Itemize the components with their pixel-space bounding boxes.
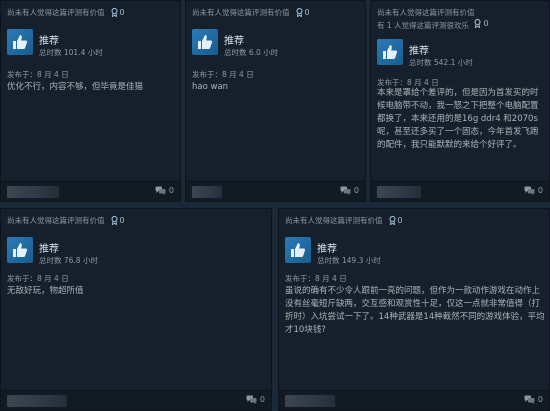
recommend-label: 推荐 <box>317 244 337 255</box>
review-text: 无敌好玩，物超所值 <box>7 286 84 296</box>
hours-played: 总时数 542.1 小时 <box>409 58 473 67</box>
comment-button[interactable]: 0 <box>246 395 265 404</box>
hours-played: 总时数 76.8 小时 <box>39 256 98 265</box>
award-button[interactable]: 0 <box>388 216 403 225</box>
recommend-label: 推荐 <box>409 46 429 57</box>
review-card: 尚未有人觉得这篇评测有价值 0 推荐 总时数 149.3 小时 发布于：8 月 … <box>278 208 550 411</box>
helpful-count: 尚未有人觉得这篇评测有价值 0 <box>7 215 125 226</box>
comment-button[interactable]: 0 <box>524 186 543 195</box>
helpful-count: 尚未有人觉得这篇评测有价值 0 <box>192 7 310 18</box>
helpful-count: 尚未有人觉得这篇评测有价值 0 <box>285 215 403 226</box>
review-text: 优化不行，内容不够，但毕竟是佳猫 <box>7 82 144 92</box>
avatar[interactable] <box>377 186 421 198</box>
comment-icon <box>524 186 535 195</box>
review-card: 尚未有人觉得这篇评测有价值 有 1 人觉得这篇评测很欢乐 0 推荐 总时数 54… <box>370 0 550 202</box>
posted-date: 发布于：8 月 4 日 <box>7 70 69 79</box>
hours-played: 总时数 149.3 小时 <box>317 256 381 265</box>
comment-count: 0 <box>168 186 174 195</box>
review-card: 尚未有人觉得这篇评测有价值 0 推荐 总时数 6.0 小时 发布于：8 月 4 … <box>185 0 366 202</box>
funny-count: 有 1 人觉得这篇评测很欢乐 0 <box>377 19 489 31</box>
comment-icon <box>246 395 257 404</box>
award-icon <box>110 8 118 17</box>
comment-count: 0 <box>259 395 265 404</box>
review-footer: 0 <box>1 181 180 201</box>
recommend-label: 推荐 <box>39 244 59 255</box>
helpful-text: 尚未有人觉得这篇评测有价值 <box>285 216 383 225</box>
thumbs-up-icon <box>7 237 33 263</box>
thumbs-up-icon <box>7 29 33 55</box>
award-icon <box>388 216 396 225</box>
award-icon <box>295 8 303 17</box>
award-button[interactable]: 0 <box>110 216 125 225</box>
award-icon <box>110 216 118 225</box>
review-footer: 0 <box>279 390 549 410</box>
review-text: 虽说的确有不少令人跟前一亮的问题，但作为一款动作游戏在动作上没有丝毫短斤缺两，交… <box>285 286 545 335</box>
comment-icon <box>340 186 351 195</box>
comment-icon <box>155 186 166 195</box>
helpful-text: 尚未有人觉得这篇评测有价值 <box>7 216 105 225</box>
thumbs-up-icon <box>285 237 311 263</box>
comment-count: 0 <box>353 186 359 195</box>
posted-date: 发布于：8 月 4 日 <box>285 274 347 283</box>
hours-played: 总时数 101.4 小时 <box>39 48 103 57</box>
award-button[interactable]: 0 <box>295 8 310 17</box>
recommend-label: 推荐 <box>224 36 244 47</box>
hours-played: 总时数 6.0 小时 <box>224 48 279 57</box>
award-count: 0 <box>483 19 489 28</box>
thumbs-up-icon <box>192 29 218 55</box>
helpful-text: 尚未有人觉得这篇评测有价值 <box>7 8 105 17</box>
thumbs-up-icon <box>377 39 403 65</box>
comment-count: 0 <box>537 186 543 195</box>
review-text: hao wan <box>192 82 229 92</box>
avatar[interactable] <box>7 186 59 198</box>
avatar[interactable] <box>285 395 335 407</box>
posted-date: 发布于：8 月 4 日 <box>192 70 254 79</box>
helpful-count: 尚未有人觉得这篇评测有价值 0 <box>7 7 125 18</box>
review-footer: 0 <box>186 181 365 201</box>
helpful-text: 尚未有人觉得这篇评测有价值 <box>192 8 290 17</box>
helpful-count: 尚未有人觉得这篇评测有价值 <box>377 7 475 18</box>
comment-count: 0 <box>537 395 543 404</box>
comment-button[interactable]: 0 <box>524 395 543 404</box>
review-text: 本来是罩给个差评的，但是因为首发买的时候电脑带不动，我一怒之下把整个电脑配置都换… <box>377 88 539 150</box>
funny-text: 有 1 人觉得这篇评测很欢乐 <box>377 21 470 30</box>
comment-icon <box>524 395 535 404</box>
award-button[interactable]: 0 <box>474 19 489 28</box>
award-count: 0 <box>119 216 125 225</box>
award-icon <box>474 19 481 28</box>
avatar[interactable] <box>7 395 67 407</box>
recommend-label: 推荐 <box>39 36 59 47</box>
review-card: 尚未有人觉得这篇评测有价值 0 推荐 总时数 101.4 小时 发布于：8 月 … <box>0 0 181 202</box>
award-button[interactable]: 0 <box>110 8 125 17</box>
avatar[interactable] <box>192 186 222 198</box>
award-count: 0 <box>397 216 403 225</box>
posted-date: 发布于：8 月 4 日 <box>7 274 69 283</box>
comment-button[interactable]: 0 <box>155 186 174 195</box>
review-card: 尚未有人觉得这篇评测有价值 0 推荐 总时数 76.8 小时 发布于：8 月 4… <box>0 208 272 411</box>
award-count: 0 <box>119 8 125 17</box>
review-footer: 0 <box>1 390 271 410</box>
review-footer: 0 <box>371 181 549 201</box>
comment-button[interactable]: 0 <box>340 186 359 195</box>
helpful-text: 尚未有人觉得这篇评测有价值 <box>377 8 475 17</box>
award-count: 0 <box>304 8 310 17</box>
